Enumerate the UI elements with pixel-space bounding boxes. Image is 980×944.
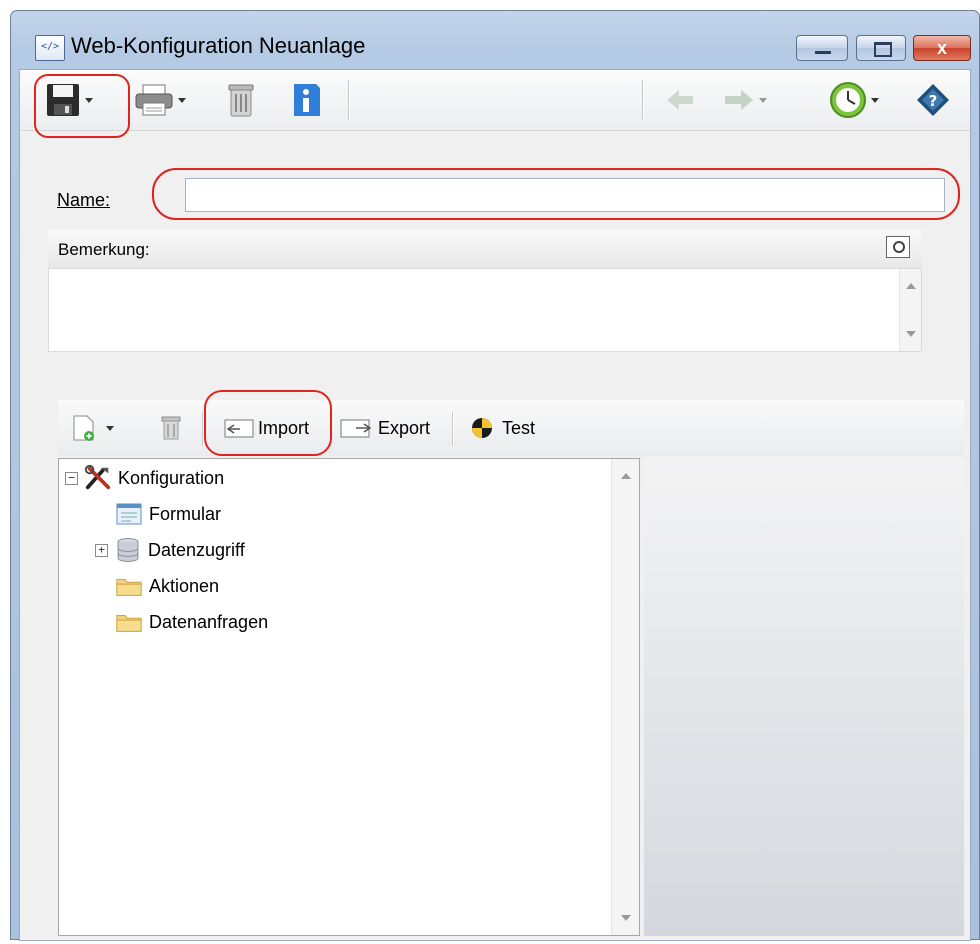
tree-item-label: Konfiguration [118, 467, 225, 488]
tree-item-datenzugriff[interactable]: + Datenzugriff [95, 535, 245, 565]
bemerkung-scrollbar[interactable] [899, 269, 921, 351]
toolbar-separator [202, 412, 204, 446]
tree-item-label: Formular [149, 503, 222, 524]
info-icon [294, 84, 320, 116]
print-icon [135, 84, 173, 116]
window-client-area: ? Name: Bemerkung: Import Export Test − … [19, 69, 971, 941]
info-button[interactable] [282, 78, 332, 122]
save-icon [47, 84, 79, 116]
window-title: Web-Konfiguration Neuanlage [71, 33, 366, 58]
import-button[interactable]: Import [224, 410, 309, 446]
maximize-button[interactable] [856, 35, 906, 61]
back-arrow-icon [667, 90, 693, 110]
tree-item-label: Datenzugriff [148, 539, 245, 560]
forward-button[interactable] [714, 78, 776, 122]
back-button[interactable] [658, 78, 702, 122]
toolbar-separator [348, 80, 350, 120]
clock-icon [830, 82, 866, 118]
forward-dropdown-icon[interactable] [759, 97, 767, 103]
test-label: Test [502, 417, 536, 438]
main-toolbar: ? [20, 70, 970, 131]
scroll-down-icon[interactable] [621, 915, 631, 921]
web-config-icon: </> [35, 35, 65, 61]
minimize-button[interactable] [796, 35, 848, 61]
help-icon: ? [917, 84, 949, 116]
toolbar-separator [642, 80, 644, 120]
import-label: Import [258, 417, 310, 438]
detail-pane [644, 458, 964, 936]
bemerkung-textarea[interactable] [48, 268, 922, 352]
expand-icon[interactable]: + [95, 543, 108, 557]
configuration-tree[interactable]: − Konfiguration Formular + Datenzugriff … [58, 458, 640, 936]
new-item-button[interactable] [72, 410, 114, 446]
export-icon [340, 419, 372, 438]
tree-toolbar: Import Export Test [58, 400, 964, 456]
tools-icon [84, 464, 112, 490]
delete-button[interactable] [216, 78, 266, 122]
print-button[interactable] [120, 78, 200, 122]
name-input[interactable] [185, 178, 945, 212]
scroll-down-icon[interactable] [906, 331, 916, 337]
tree-item-konfiguration[interactable]: − Konfiguration [65, 463, 224, 493]
save-dropdown-icon[interactable] [85, 97, 93, 103]
title-bar[interactable]: </> Web-Konfiguration Neuanlage x [11, 11, 979, 69]
tree-item-label: Aktionen [149, 575, 220, 596]
import-icon [224, 419, 254, 438]
tree-scrollbar[interactable] [611, 459, 639, 935]
svg-text:?: ? [929, 92, 938, 110]
test-button[interactable]: Test [470, 410, 535, 446]
toolbar-separator [452, 412, 454, 446]
history-button[interactable] [818, 78, 890, 122]
export-label: Export [378, 417, 431, 438]
folder-icon [115, 574, 143, 598]
scroll-up-icon[interactable] [906, 283, 916, 289]
bemerkung-header: Bemerkung: [48, 230, 922, 269]
save-button[interactable] [34, 78, 104, 122]
test-target-icon [472, 418, 492, 438]
folder-icon [115, 610, 143, 634]
resize-grip-icon[interactable] [944, 916, 964, 936]
tree-delete-button[interactable] [160, 410, 182, 446]
application-window: </> Web-Konfiguration Neuanlage x ? Name… [10, 10, 980, 941]
collapse-icon[interactable]: − [65, 471, 78, 485]
scroll-up-icon[interactable] [621, 473, 631, 479]
name-label: Name: [57, 190, 111, 210]
zoom-text-icon[interactable] [886, 236, 910, 258]
database-icon [114, 538, 142, 562]
form-icon [115, 502, 143, 526]
new-document-icon [73, 415, 94, 441]
trash-icon [161, 416, 181, 440]
tree-item-aktionen[interactable]: Aktionen [115, 571, 219, 601]
close-button[interactable]: x [913, 35, 971, 61]
tree-item-label: Datenanfragen [149, 611, 269, 632]
new-dropdown-icon[interactable] [106, 425, 114, 431]
tree-item-formular[interactable]: Formular [115, 499, 221, 529]
tree-item-datenanfragen[interactable]: Datenanfragen [115, 607, 268, 637]
export-button[interactable]: Export [340, 410, 430, 446]
bemerkung-label: Bemerkung: [58, 240, 150, 259]
print-dropdown-icon[interactable] [178, 97, 186, 103]
history-dropdown-icon[interactable] [871, 97, 879, 103]
help-button[interactable]: ? [910, 78, 956, 122]
trash-icon [228, 84, 254, 117]
forward-arrow-icon [725, 90, 753, 110]
